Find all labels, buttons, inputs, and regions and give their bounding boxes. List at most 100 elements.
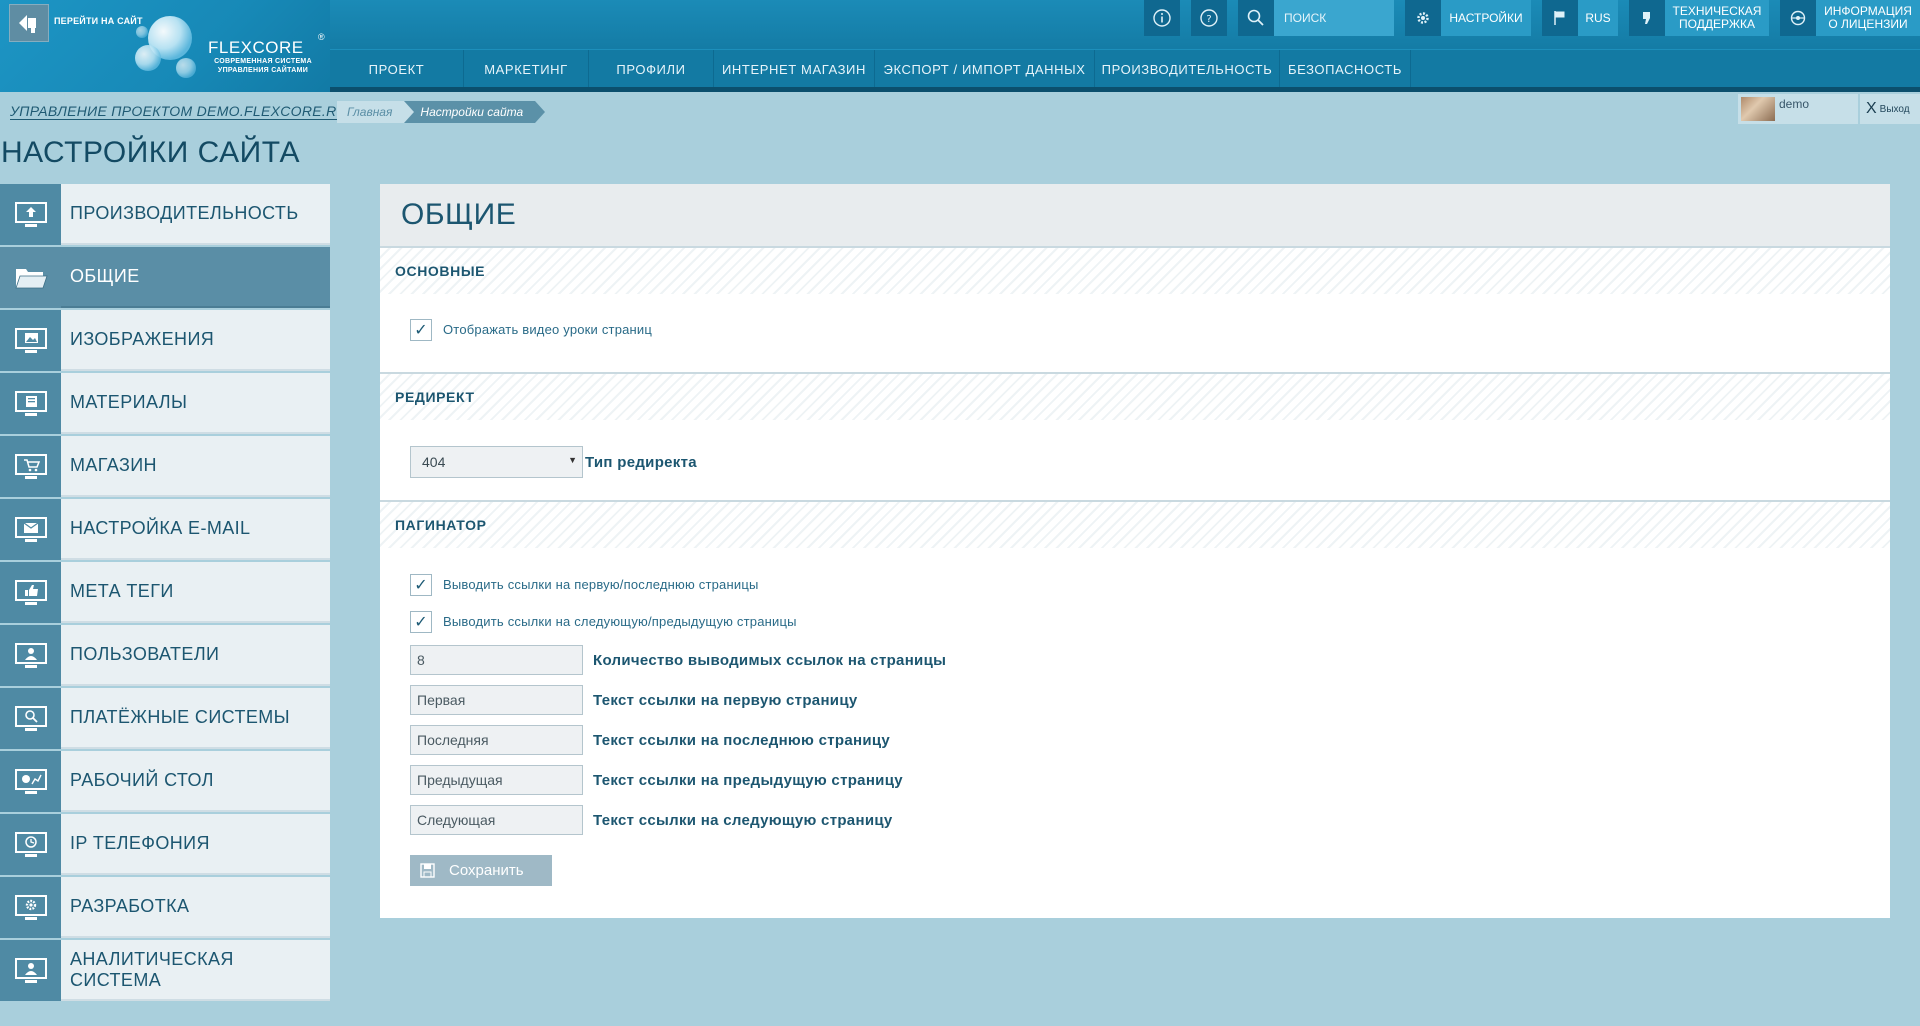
redirect-type-row: 404 ▼ Тип редиректа <box>410 442 1890 482</box>
project-management-link[interactable]: УПРАВЛЕНИЕ ПРОЕКТОМ DEMO.FLEXCORE.RU <box>10 103 347 120</box>
sidebar-item-development[interactable]: РАЗРАБОТКА <box>0 877 330 938</box>
language-icon-button[interactable] <box>1542 0 1578 36</box>
next-prev-links-checkbox[interactable]: ✓ <box>410 610 432 633</box>
sidebar-item-label: АНАЛИТИЧЕСКАЯ СИСТЕМА <box>70 948 234 990</box>
section-basic-header: ОСНОВНЫЕ <box>380 246 1890 294</box>
panel-title: ОБЩИЕ <box>401 198 517 231</box>
sidebar-item-label: ПЛАТЁЖНЫЕ СИСТЕМЫ <box>70 707 290 727</box>
prev-page-text-input[interactable] <box>410 765 583 795</box>
first-page-text-input[interactable] <box>410 685 583 715</box>
sidebar-item-general[interactable]: ОБЩИЕ <box>0 247 330 308</box>
next-prev-links-label: Выводить ссылки на следующую/предыдущую … <box>443 614 797 629</box>
next-page-text-row: Текст ссылки на следующую страницу <box>410 800 1890 840</box>
back-to-site-button[interactable] <box>9 4 49 42</box>
next-page-text-label: Текст ссылки на следующую страницу <box>593 811 893 829</box>
logout-button[interactable]: X Выход <box>1860 94 1920 124</box>
save-button[interactable]: Сохранить <box>410 854 552 886</box>
top-header: ПЕРЕЙТИ НА САЙТ FLEXCORE ® СОВРЕМЕННАЯ С… <box>0 0 1920 92</box>
save-button-label: Сохранить <box>449 861 524 879</box>
first-page-text-row: Текст ссылки на первую страницу <box>410 680 1890 720</box>
brand-area: ПЕРЕЙТИ НА САЙТ FLEXCORE ® СОВРЕМЕННАЯ С… <box>0 0 330 92</box>
settings-button[interactable]: НАСТРОЙКИ <box>1441 0 1531 36</box>
back-arrow-icon <box>19 15 36 33</box>
redirect-type-select[interactable]: 404 ▼ <box>410 446 583 478</box>
dropdown-arrow-icon: ▼ <box>568 455 577 465</box>
prev-page-text-row: Текст ссылки на предыдущую страницу <box>410 760 1890 800</box>
last-page-text-row: Текст ссылки на последнюю страницу <box>410 720 1890 760</box>
svg-text:?: ? <box>1206 14 1211 25</box>
settings-sidebar: ПРОИЗВОДИТЕЛЬНОСТЬ ОБЩИЕ ИЗОБРАЖЕНИЯ МАТ… <box>0 184 330 1003</box>
nav-item-performance[interactable]: ПРОИЗВОДИТЕЛЬНОСТЬ <box>1095 50 1280 88</box>
sidebar-item-label: МЕТА ТЕГИ <box>70 581 174 601</box>
sidebar-item-analytics[interactable]: АНАЛИТИЧЕСКАЯ СИСТЕМА <box>0 940 330 1001</box>
next-page-text-input[interactable] <box>410 805 583 835</box>
last-page-text-input[interactable] <box>410 725 583 755</box>
sidebar-item-email-settings[interactable]: НАСТРОЙКА E-MAIL <box>0 499 330 560</box>
section-basic: ✓ Отображать видео уроки страниц <box>380 294 1890 372</box>
sidebar-item-users[interactable]: ПОЛЬЗОВАТЕЛИ <box>0 625 330 686</box>
flexcore-logo[interactable]: FLEXCORE ® СОВРЕМЕННАЯ СИСТЕМА УПРАВЛЕНИ… <box>130 8 330 88</box>
sidebar-item-shop[interactable]: МАГАЗИН <box>0 436 330 497</box>
nav-item-export-import[interactable]: ЭКСПОРТ / ИМПОРТ ДАННЫХ <box>875 50 1095 88</box>
section-paginator: ✓ Выводить ссылки на первую/последнюю ст… <box>380 548 1890 900</box>
settings-icon-button[interactable] <box>1405 0 1441 36</box>
license-info-button[interactable]: ИНФОРМАЦИЯ О ЛИЦЕНЗИИ <box>1816 0 1920 36</box>
mail-monitor-icon <box>14 516 47 542</box>
save-row: Сохранить <box>410 840 1890 900</box>
sidebar-item-desktop[interactable]: РАБОЧИЙ СТОЛ <box>0 751 330 812</box>
search-monitor-icon <box>14 705 47 731</box>
breadcrumb-home[interactable]: Главная <box>337 101 415 123</box>
tech-support-label: ПОДДЕРЖКА <box>1679 17 1755 31</box>
sidebar-item-label: ОБЩИЕ <box>70 266 140 286</box>
sidebar-item-label: IP ТЕЛЕФОНИЯ <box>70 833 210 853</box>
sidebar-item-performance[interactable]: ПРОИЗВОДИТЕЛЬНОСТЬ <box>0 184 330 245</box>
nav-item-online-store[interactable]: ИНТЕРНЕТ МАГАЗИН <box>714 50 875 88</box>
help-icon: ? <box>1200 9 1218 27</box>
avatar <box>1741 97 1775 121</box>
logout-label: Выход <box>1879 103 1910 115</box>
cart-monitor-icon <box>14 453 47 479</box>
user-profile[interactable]: demo <box>1738 94 1858 124</box>
first-page-text-label: Текст ссылки на первую страницу <box>593 691 858 709</box>
chart-monitor-icon <box>14 768 47 794</box>
support-icon <box>1643 12 1650 24</box>
first-last-links-checkbox[interactable]: ✓ <box>410 573 432 596</box>
show-video-lessons-checkbox[interactable]: ✓ <box>410 318 432 341</box>
sidebar-item-images[interactable]: ИЗОБРАЖЕНИЯ <box>0 310 330 371</box>
sidebar-item-payment-systems[interactable]: ПЛАТЁЖНЫЕ СИСТЕМЫ <box>0 688 330 749</box>
user-monitor-icon <box>14 957 47 983</box>
links-count-row: Количество выводимых ссылок на страницы <box>410 640 1890 680</box>
sidebar-item-label: РАБОЧИЙ СТОЛ <box>70 770 214 790</box>
tech-support-button[interactable]: ТЕХНИЧЕСКАЯ ПОДДЕРЖКА <box>1665 0 1769 36</box>
language-selector[interactable]: RUS <box>1578 0 1618 36</box>
info-button[interactable] <box>1144 0 1180 36</box>
settings-panel: ОБЩИЕ ОСНОВНЫЕ ✓ Отображать видео уроки … <box>380 184 1890 918</box>
links-count-input[interactable] <box>410 645 583 675</box>
checkmark-icon: ✓ <box>414 613 428 631</box>
nav-item-profiles[interactable]: ПРОФИЛИ <box>589 50 714 88</box>
gear-monitor-icon <box>14 894 47 920</box>
nav-item-security[interactable]: БЕЗОПАСНОСТЬ <box>1280 50 1411 88</box>
sidebar-item-ip-telephony[interactable]: IP ТЕЛЕФОНИЯ <box>0 814 330 875</box>
prev-page-text-label: Текст ссылки на предыдущую страницу <box>593 771 903 789</box>
save-icon <box>420 862 435 878</box>
help-button[interactable]: ? <box>1191 0 1227 36</box>
search-button[interactable] <box>1238 0 1274 36</box>
sidebar-item-label: МАТЕРИАЛЫ <box>70 392 188 412</box>
license-icon <box>1790 10 1806 26</box>
section-redirect-header: РЕДИРЕКТ <box>380 372 1890 420</box>
search-input[interactable] <box>1274 0 1394 36</box>
breadcrumb: Главная Настройки сайта <box>337 101 545 123</box>
nav-item-project[interactable]: ПРОЕКТ <box>330 50 464 88</box>
last-page-text-label: Текст ссылки на последнюю страницу <box>593 731 891 749</box>
panel-header: ОБЩИЕ <box>380 184 1890 246</box>
utility-bar: ? НАСТРОЙКИ RUS <box>1133 0 1920 36</box>
sidebar-item-materials[interactable]: МАТЕРИАЛЫ <box>0 373 330 434</box>
license-icon-button[interactable] <box>1780 0 1816 36</box>
support-icon-button[interactable] <box>1629 0 1665 36</box>
breadcrumb-current: Настройки сайта <box>404 101 545 123</box>
nav-item-marketing[interactable]: МАРКЕТИНГ <box>464 50 589 88</box>
folder-icon <box>14 268 48 288</box>
sidebar-item-meta-tags[interactable]: МЕТА ТЕГИ <box>0 562 330 623</box>
show-video-lessons-row: ✓ Отображать видео уроки страниц <box>410 311 1890 348</box>
